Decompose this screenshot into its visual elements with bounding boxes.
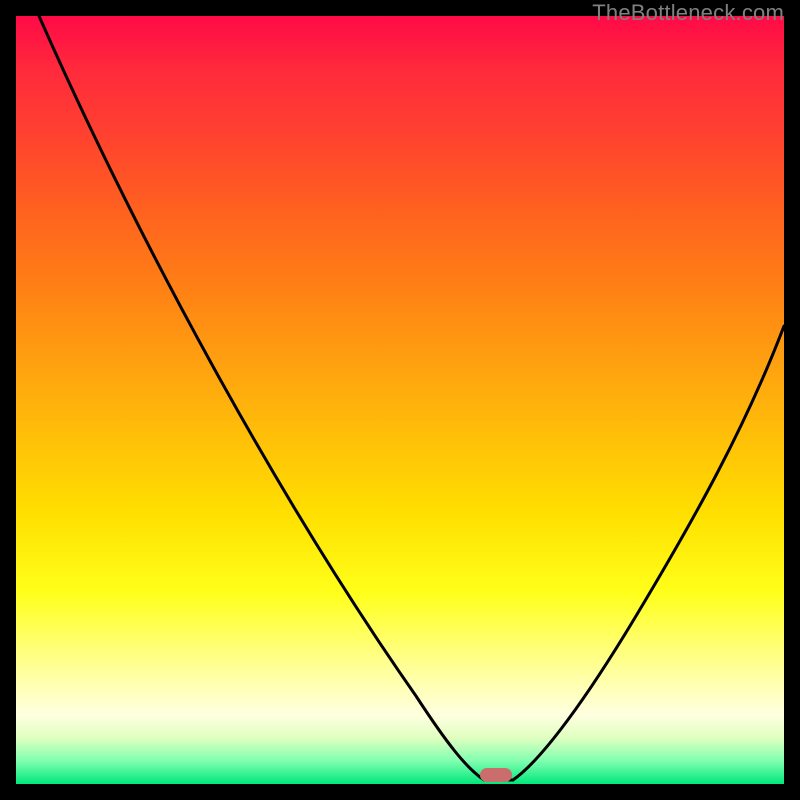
bottleneck-curve xyxy=(16,16,784,784)
optimal-point-marker xyxy=(480,768,512,782)
curve-path xyxy=(39,16,784,780)
plot-area xyxy=(16,16,784,784)
watermark-text: TheBottleneck.com xyxy=(592,0,784,26)
chart-container: TheBottleneck.com xyxy=(0,0,800,800)
